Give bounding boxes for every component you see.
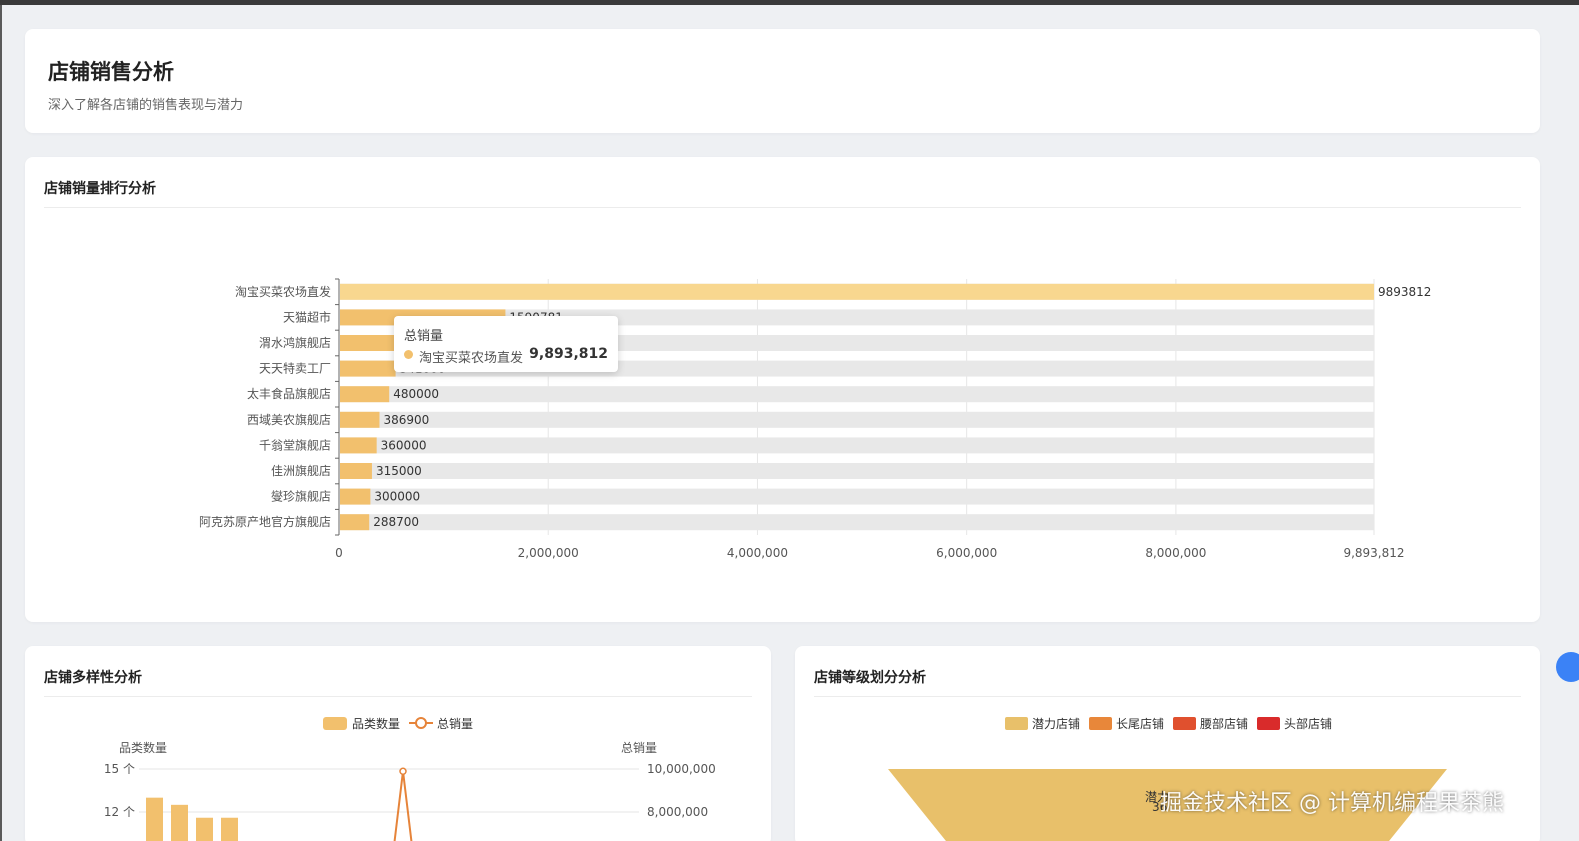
x-tick-label: 4,000,000	[727, 546, 788, 560]
bar-value-label: 360000	[381, 438, 427, 452]
y-tick-label: 西域美农旗舰店	[247, 412, 331, 427]
bar-background	[340, 386, 1374, 403]
y-tick-label: 燮珍旗舰店	[271, 489, 331, 504]
tooltip-item-value: 9,893,812	[529, 346, 608, 362]
diversity-chart[interactable]: 品类数量 总销量品类数量 总销量15 个 10,000,00012 个 8,000,00…	[25, 646, 771, 841]
window-top-bar	[0, 0, 1579, 5]
bar	[340, 386, 390, 403]
x-tick-label: 2,000,000	[518, 546, 579, 560]
bar-value-label: 9893812	[1378, 285, 1431, 299]
bar-background	[340, 411, 1374, 428]
bar	[340, 360, 396, 377]
watermark: 掘金技术社区 @ 计算机编程果茶熊	[1160, 791, 1504, 816]
x-tick-label: 0	[335, 546, 343, 560]
bar-background	[340, 437, 1374, 454]
legend-label: 头部店铺	[1284, 716, 1332, 731]
legend-swatch	[1089, 717, 1112, 730]
bar-value-label: 300000	[374, 490, 420, 504]
page-title: 店铺销售分析	[48, 60, 174, 84]
legend-label: 总销量	[437, 717, 473, 731]
store-sales-ranking-card: 店铺销量排行分析 淘宝买菜农场直发9893812天猫超市1590781渭水鸿旗舰…	[25, 157, 1540, 622]
sales-ranking-chart[interactable]: 淘宝买菜农场直发9893812天猫超市1590781渭水鸿旗舰店620000天天…	[25, 157, 1540, 622]
bar	[146, 797, 163, 841]
y-tick-label: 佳洲旗舰店	[271, 463, 331, 478]
legend-label: 潜力店铺	[1032, 717, 1080, 731]
legend-swatch-marker	[415, 717, 427, 729]
floating-assistant-button[interactable]	[1556, 652, 1579, 682]
x-tick-label: 6,000,000	[936, 546, 997, 560]
bar-background	[340, 514, 1374, 531]
y-tick-label: 千翁堂旗舰店	[259, 437, 331, 452]
legend-swatch	[1257, 717, 1280, 730]
x-tick-label: 9,893,812	[1343, 546, 1404, 560]
tooltip-item-name: 淘宝买菜农场直发	[419, 351, 524, 366]
bar-background	[340, 488, 1374, 505]
y-tick-label: 太丰食品旗舰店	[247, 386, 331, 401]
bar	[340, 411, 380, 428]
store-diversity-card: 店铺多样性分析 品类数量 总销量 品类数量 总销量 15 个 10,000,000 12 个…	[25, 646, 771, 841]
bar-value-label: 480000	[393, 387, 439, 401]
y-tick-label: 天天特卖工厂	[259, 361, 331, 376]
page-subtitle: 深入了解各店铺的销售表现与潜力	[48, 98, 244, 113]
sales-line	[393, 771, 413, 841]
bar	[340, 463, 372, 479]
bar	[340, 283, 1374, 300]
bar-value-label: 315000	[376, 464, 422, 478]
tooltip-series-dot	[404, 350, 413, 359]
left-tick-label: 15 个	[104, 762, 135, 776]
bar-value-label: 386900	[383, 413, 429, 427]
left-tick-label: 12 个	[104, 805, 135, 819]
bar	[171, 804, 188, 841]
legend-swatch	[1005, 717, 1028, 730]
bar-value-label: 288700	[373, 515, 419, 529]
bar	[196, 817, 213, 841]
y-tick-label: 阿克苏原产地官方旗舰店	[199, 514, 331, 529]
legend-label: 腰部店铺	[1200, 716, 1248, 731]
right-tick-label: 8,000,000	[647, 805, 708, 819]
legend-label: 品类数量	[352, 716, 400, 731]
legend-swatch	[1173, 717, 1196, 730]
line-point	[399, 767, 407, 776]
bar-background	[340, 463, 1374, 479]
page-header-card: 店铺销售分析 深入了解各店铺的销售表现与潜力	[25, 29, 1540, 133]
y-tick-label: 天猫超市	[283, 309, 331, 324]
bar	[221, 817, 238, 841]
y-tick-label: 淘宝买菜农场直发	[235, 284, 331, 299]
window-left-edge	[0, 5, 2, 841]
chart-tooltip: 总销量 淘宝买菜农场直发 9,893,812	[394, 316, 618, 372]
bar	[340, 488, 371, 505]
right-tick-label: 10,000,000	[647, 762, 716, 776]
right-axis-name: 总销量	[621, 741, 657, 755]
left-axis-name: 品类数量	[119, 740, 167, 755]
bar	[340, 437, 377, 454]
legend-label: 长尾店铺	[1116, 717, 1164, 731]
legend-swatch-bar	[323, 717, 347, 730]
x-tick-label: 8,000,000	[1145, 546, 1206, 560]
tooltip-title: 总销量	[404, 329, 444, 344]
bar	[340, 514, 370, 531]
y-tick-label: 渭水鸿旗舰店	[259, 335, 331, 350]
